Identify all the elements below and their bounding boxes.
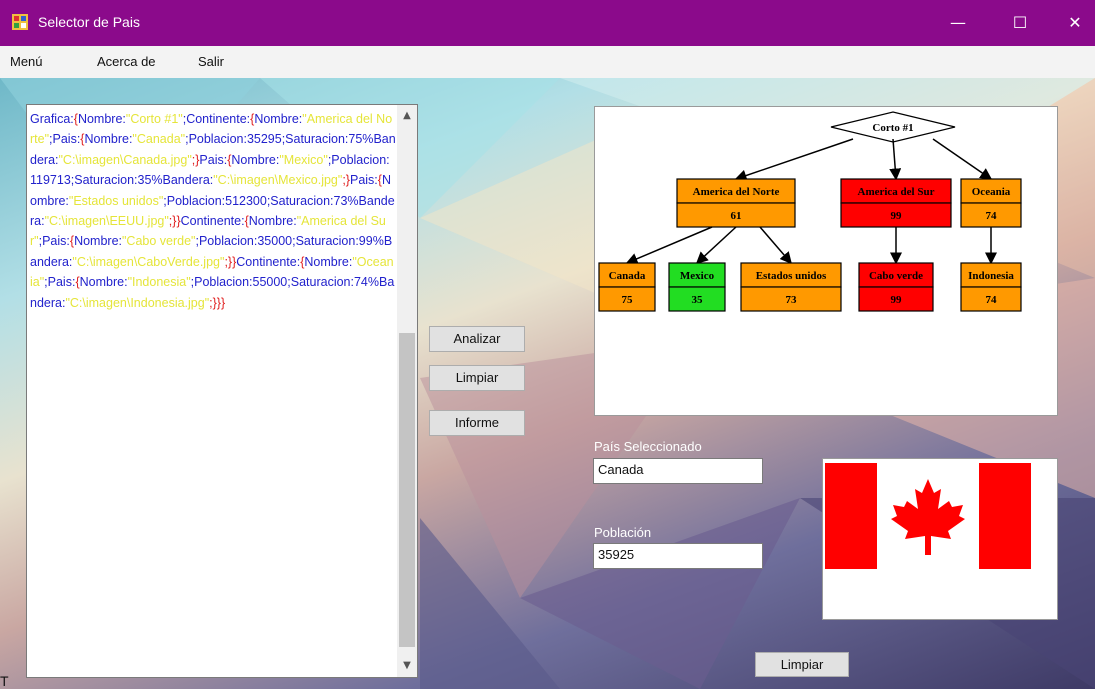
code-token: "Estados unidos"	[68, 193, 164, 208]
analizar-button[interactable]: Analizar	[429, 326, 525, 352]
continent-node-value: 99	[891, 210, 903, 222]
country-node-label: Indonesia	[968, 270, 1014, 282]
menu-bar: Menú Acerca de Salir	[0, 46, 1095, 78]
scroll-down-icon[interactable]: ▼	[397, 657, 417, 675]
close-button[interactable]: ✕	[1055, 8, 1095, 38]
minimize-button[interactable]: —	[938, 8, 978, 38]
country-node-label: Canada	[609, 270, 646, 282]
code-token: Pais:	[349, 173, 378, 188]
continent-node-label: America del Norte	[693, 186, 780, 198]
population-field[interactable]: 35925	[593, 543, 763, 569]
continent-node-value: 61	[731, 210, 742, 222]
stray-text: T	[0, 673, 9, 689]
source-code-text[interactable]: Grafica:{Nombre:"Corto #1";Continente:{N…	[30, 109, 396, 669]
code-token: Bandera:	[162, 173, 214, 188]
code-token: Continente:	[180, 214, 245, 229]
code-token: ;}}	[224, 254, 237, 269]
code-token: Nombre:	[74, 234, 122, 249]
continent-node-label: Oceania	[972, 186, 1011, 198]
country-node-label: Estados unidos	[756, 270, 827, 282]
code-token: Nombre:	[304, 254, 353, 269]
code-token: ;Pais:	[44, 275, 76, 290]
canada-flag-image	[825, 463, 1031, 569]
continent-node-value: 74	[986, 210, 998, 222]
menu-item-salir[interactable]: Salir	[198, 54, 224, 69]
selected-country-field[interactable]: Canada	[593, 458, 763, 484]
informe-button[interactable]: Informe	[429, 410, 525, 436]
maximize-button[interactable]: ☐	[1000, 8, 1040, 38]
source-code-editor[interactable]: Grafica:{Nombre:"Corto #1";Continente:{N…	[26, 104, 418, 678]
code-token: Nombre:	[254, 112, 303, 126]
editor-scrollbar[interactable]: ▲ ▼	[397, 105, 417, 677]
code-token: ;}}}	[209, 295, 226, 310]
scroll-up-icon[interactable]: ▲	[397, 107, 417, 125]
window-title: Selector de Pais	[38, 14, 140, 30]
code-token: Nombre:	[79, 275, 128, 290]
code-token: Pais:	[199, 152, 228, 167]
country-node-label: Mexico	[680, 270, 715, 282]
code-token: "Corto #1"	[125, 112, 183, 126]
code-token: ;}}	[168, 214, 181, 229]
limpiar-bottom-button[interactable]: Limpiar	[755, 652, 849, 677]
code-token: ;Pais:	[49, 132, 81, 147]
graph-panel: Corto #1 America del Norte 61 Canada 75 Mexic…	[594, 106, 1058, 416]
code-token: "C:\imagen\Indonesia.jpg"	[65, 295, 210, 310]
code-token: "Canada"	[132, 132, 186, 147]
code-token: ;Pais:	[38, 234, 70, 249]
code-token: "C:\imagen\Mexico.jpg"	[213, 173, 343, 188]
code-token: ;Poblacion:55000;Saturacion:74%	[190, 275, 379, 290]
code-token: "C:\imagen\EEUU.jpg"	[44, 214, 169, 229]
country-node-value: 99	[891, 294, 903, 306]
selected-country-label: País Seleccionado	[594, 439, 702, 454]
code-token: ;Poblacion:35295;Saturacion:75%	[185, 132, 374, 147]
code-token: "C:\imagen\Canada.jpg"	[58, 152, 192, 167]
code-token: ;}	[342, 173, 350, 188]
title-bar: Selector de Pais — ☐ ✕	[0, 0, 1095, 46]
root-node-label: Corto #1	[872, 122, 913, 134]
continent-node-label: America del Sur	[858, 186, 935, 198]
country-node-value: 73	[786, 294, 798, 306]
code-token: Nombre:	[231, 152, 280, 167]
code-token: "Cabo verde"	[122, 234, 196, 249]
graph-edge	[734, 138, 854, 182]
country-node-label: Cabo verde	[869, 270, 923, 282]
country-node-value: 35	[692, 294, 704, 306]
code-token: "Indonesia"	[127, 275, 191, 290]
code-token: ;Continente:	[182, 112, 251, 126]
code-token: Nombre:	[77, 112, 126, 126]
code-token: Continente:	[236, 254, 301, 269]
country-node-value: 74	[986, 294, 998, 306]
population-label: Población	[594, 525, 652, 540]
graph-edge	[695, 226, 737, 265]
code-token: Nombre:	[248, 214, 297, 229]
code-token: Grafica:	[30, 112, 74, 126]
code-token: "Mexico"	[279, 152, 328, 167]
graph-edge	[759, 226, 792, 265]
app-icon	[12, 14, 28, 30]
menu-item-acerca-de[interactable]: Acerca de	[97, 54, 156, 69]
country-node-value: 75	[622, 294, 634, 306]
graph-edge	[625, 226, 713, 265]
code-token: Nombre:	[84, 132, 133, 147]
limpiar-button[interactable]: Limpiar	[429, 365, 525, 391]
tree-graph: Corto #1 America del Norte 61 Canada 75 Mexic…	[598, 111, 1022, 312]
flag-panel	[822, 458, 1058, 620]
graph-edge	[889, 138, 902, 181]
menu-item-menu[interactable]: Menú	[10, 54, 43, 69]
code-token: "C:\imagen\CaboVerde.jpg"	[72, 254, 225, 269]
scroll-thumb[interactable]	[399, 333, 415, 647]
graph-edge	[932, 138, 993, 180]
